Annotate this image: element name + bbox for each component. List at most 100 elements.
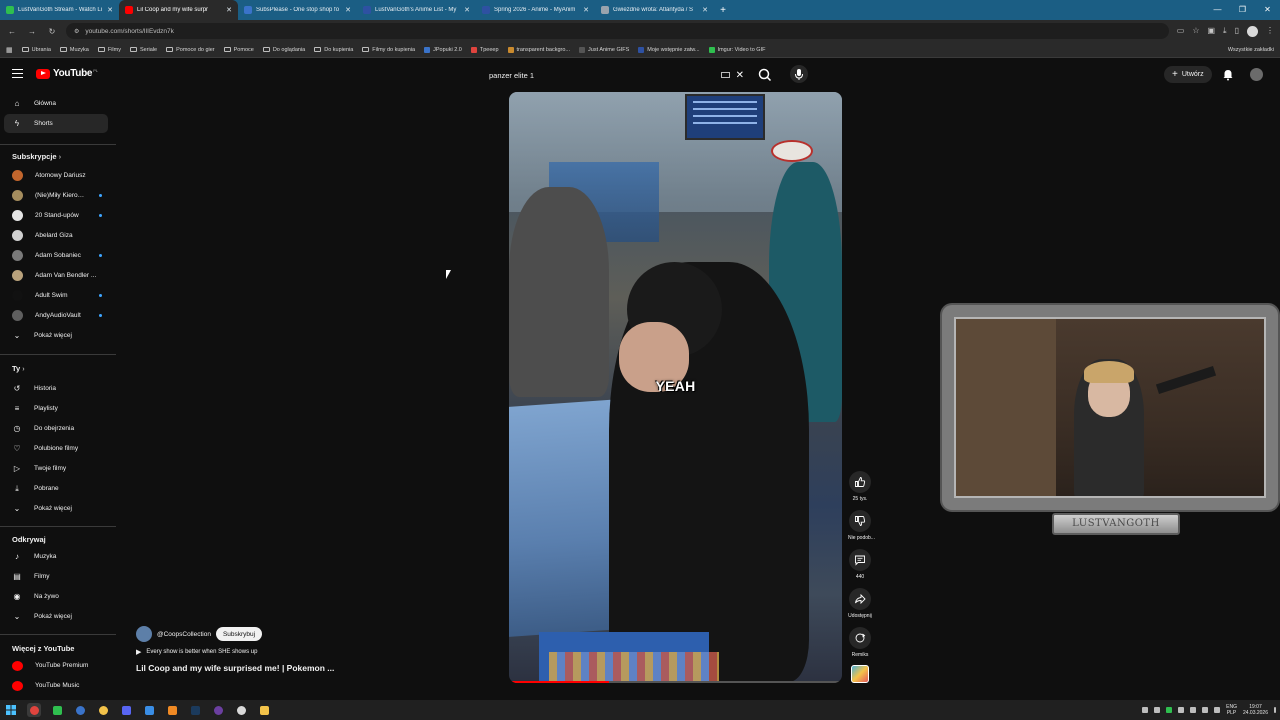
- video-title[interactable]: Lil Coop and my wife surprised me! | Pok…: [136, 663, 334, 673]
- create-button[interactable]: + Utwórz: [1164, 66, 1212, 83]
- search-button[interactable]: [757, 66, 773, 84]
- subscription-item[interactable]: Adult Swim: [4, 286, 108, 305]
- site-info-icon[interactable]: ⚙: [74, 28, 79, 35]
- new-tab-button[interactable]: +: [714, 5, 732, 16]
- sidepanel-icon[interactable]: ▯: [1235, 26, 1239, 37]
- sidebar-item[interactable]: ⌄ Pokaż więcej: [4, 326, 108, 345]
- close-window-icon[interactable]: ✕: [1255, 0, 1280, 20]
- like-button[interactable]: 25 tys.: [848, 471, 872, 502]
- share-button[interactable]: Udostępnij: [848, 588, 872, 619]
- bookmark-item[interactable]: Just Anime GIFS: [579, 46, 629, 53]
- subscription-item[interactable]: Adam Van Bendler ...: [4, 266, 108, 285]
- notification-center-icon[interactable]: [1274, 707, 1276, 713]
- close-tab-icon[interactable]: ✕: [583, 6, 589, 14]
- sidebar-item[interactable]: ▤ Filmy: [4, 567, 108, 586]
- vlc-taskbar-icon[interactable]: [165, 703, 179, 717]
- bookmark-item[interactable]: Seriale: [129, 47, 157, 53]
- browser-tab[interactable]: SubsPlease - One stop shop fo ✕: [238, 0, 357, 20]
- sidebar-item[interactable]: ⌂ Główna: [4, 94, 108, 113]
- youtube-app-item[interactable]: YouTube Premium: [4, 656, 108, 675]
- search-input[interactable]: panzer elite 1 ✕: [482, 66, 750, 84]
- profile-avatar[interactable]: [1247, 25, 1258, 37]
- bookmark-item[interactable]: Pomoce do gier: [166, 47, 215, 53]
- browser-tab[interactable]: LustVanGoth Stream - Watch Li ✕: [0, 0, 119, 20]
- maximize-icon[interactable]: ❐: [1230, 0, 1255, 20]
- youtube-app-item[interactable]: YouTube Music: [4, 676, 108, 695]
- forward-icon[interactable]: →: [26, 27, 38, 36]
- bookmark-item[interactable]: Filmy do kupienia: [362, 47, 415, 53]
- discord-taskbar-icon[interactable]: [119, 703, 133, 717]
- subscription-item[interactable]: 20 Stand-upów: [4, 206, 108, 225]
- channel-name[interactable]: @CoopsCollection: [157, 631, 211, 638]
- tray-icon[interactable]: [1154, 707, 1161, 713]
- address-bar[interactable]: ⚙ youtube.com/shorts/lIIEvdzn7k: [66, 23, 1169, 39]
- bookmark-item[interactable]: JPopuki 2.0: [424, 46, 462, 53]
- reload-icon[interactable]: ↻: [46, 27, 58, 36]
- close-tab-icon[interactable]: ✕: [345, 6, 351, 14]
- close-tab-icon[interactable]: ✕: [226, 6, 232, 14]
- browser-tab[interactable]: Spring 2026 - Anime - MyAnim ✕: [476, 0, 595, 20]
- song-info[interactable]: ▶ Every show is better when SHE shows up: [136, 648, 257, 656]
- keyboard-icon[interactable]: [720, 72, 730, 78]
- bookmark-item[interactable]: Pomoce: [223, 47, 254, 53]
- bookmark-item[interactable]: Ubrania: [21, 47, 51, 53]
- apps-icon[interactable]: ▦: [6, 46, 13, 54]
- bookmark-item[interactable]: Muzyka: [59, 47, 89, 53]
- bookmark-star-icon[interactable]: ☆: [1192, 26, 1199, 37]
- you-header[interactable]: Ty ›: [12, 364, 25, 373]
- obs-taskbar-icon[interactable]: [211, 703, 225, 717]
- sidebar-item[interactable]: ⌄ Pokaż więcej: [4, 607, 108, 626]
- dislike-button[interactable]: Nie podob...: [848, 510, 875, 541]
- sidebar-item[interactable]: ↺ Historia: [4, 379, 108, 398]
- sidebar-item[interactable]: ♡ Polubione filmy: [4, 439, 108, 458]
- close-tab-icon[interactable]: ✕: [464, 6, 470, 14]
- clock[interactable]: 19:07 24.03.2026: [1243, 704, 1268, 716]
- sidebar-item[interactable]: ◉ Na żywo: [4, 587, 108, 606]
- notifications-button[interactable]: [1222, 68, 1234, 81]
- remix-button[interactable]: Remiks: [848, 627, 872, 658]
- extension-icon[interactable]: ▣: [1207, 26, 1215, 37]
- chrome-taskbar-icon[interactable]: [27, 703, 41, 717]
- voice-search-button[interactable]: [790, 65, 808, 83]
- bookmark-item[interactable]: transparent backgro...: [507, 46, 570, 53]
- sidebar-item[interactable]: ▷ Twoje filmy: [4, 459, 108, 478]
- sidebar-item[interactable]: ϟ Shorts: [4, 114, 108, 133]
- subscribe-button[interactable]: Subskrybuj: [215, 627, 263, 641]
- browser-taskbar-icon[interactable]: [73, 703, 87, 717]
- browser-tab[interactable]: Lil Coop and my wife surpr ✕: [119, 0, 238, 20]
- tray-icon[interactable]: [1190, 707, 1197, 713]
- bookmark-item[interactable]: Filmy: [97, 47, 121, 53]
- subscription-item[interactable]: Adam Sobaniec: [4, 246, 108, 265]
- menu-icon[interactable]: ⋮: [1266, 26, 1274, 37]
- tray-icon[interactable]: [1166, 707, 1173, 713]
- browser-tab[interactable]: LustVanGoth's Anime List - My ✕: [357, 0, 476, 20]
- browser-tab[interactable]: Gwiezdne wrota: Atlantyda / S ✕: [595, 0, 714, 20]
- wifi-icon[interactable]: [1202, 707, 1209, 713]
- sidebar-item[interactable]: ≡ Playlisty: [4, 399, 108, 418]
- subscription-item[interactable]: AndyAudioVault: [4, 306, 108, 325]
- menu-icon[interactable]: [12, 69, 23, 78]
- bookmark-item[interactable]: Tpeeep: [470, 46, 499, 53]
- app-taskbar-icon[interactable]: [50, 703, 64, 717]
- tray-icon[interactable]: [1178, 707, 1185, 713]
- bookmark-item[interactable]: Do kupienia: [314, 47, 353, 53]
- all-bookmarks-button[interactable]: Wszystkie zakładki: [1225, 47, 1274, 53]
- subscription-item[interactable]: (Nie)Miły Kierow...: [4, 186, 108, 205]
- sidebar-item[interactable]: ⌄ Pokaż więcej: [4, 499, 108, 518]
- sound-thumbnail[interactable]: [851, 665, 869, 683]
- minimize-icon[interactable]: —: [1205, 0, 1230, 20]
- cast-icon[interactable]: ▭: [1177, 26, 1185, 37]
- start-button[interactable]: [4, 703, 18, 717]
- tray-icon[interactable]: [1142, 707, 1149, 713]
- volume-icon[interactable]: [1214, 707, 1221, 713]
- app-taskbar-icon[interactable]: [142, 703, 156, 717]
- sidebar-item[interactable]: ◷ Do obejrzenia: [4, 419, 108, 438]
- subscription-item[interactable]: Abelard Giza: [4, 226, 108, 245]
- subscription-item[interactable]: Atomowy Dariusz: [4, 166, 108, 185]
- back-icon[interactable]: ←: [6, 27, 18, 36]
- bookmark-item[interactable]: Do oglądania: [262, 47, 305, 53]
- sidebar-item[interactable]: ⤓ Pobrane: [4, 479, 108, 498]
- app-taskbar-icon[interactable]: [234, 703, 248, 717]
- close-tab-icon[interactable]: ✕: [702, 6, 708, 14]
- bookmark-item[interactable]: Moje wstępnie zatw...: [638, 46, 700, 53]
